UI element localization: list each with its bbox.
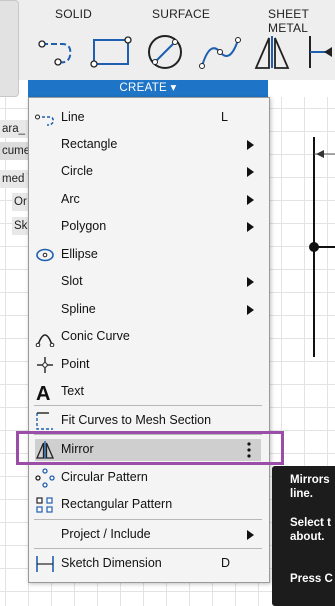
tab-surface[interactable]: SURFACE [152, 7, 210, 21]
menu-item-arc[interactable]: Arc [29, 186, 269, 213]
text-icon: A [36, 383, 50, 402]
conic-curve-icon [35, 334, 55, 347]
menu-item-label: Arc [61, 192, 80, 206]
menu-item-label: Rectangular Pattern [61, 497, 173, 511]
line-icon [35, 114, 54, 126]
menu-item-label: Sketch Dimension [61, 556, 162, 570]
mirror-highlight-frame [16, 431, 284, 465]
toolbar: SOLID SURFACE SHEET METAL [0, 0, 335, 97]
menu-item-text[interactable]: A Text [29, 378, 269, 405]
browser-row[interactable]: Or [12, 193, 29, 211]
fit-curves-icon [36, 412, 53, 430]
menu-item-rectangle[interactable]: Rectangle [29, 131, 269, 158]
shortcut-key: D [221, 556, 231, 570]
ellipse-icon [36, 248, 54, 262]
menu-item-label: Rectangle [61, 137, 118, 151]
menu-item-project-include[interactable]: Project / Include [29, 521, 269, 548]
menu-item-label: Point [61, 357, 90, 371]
sketch-dimension-icon [36, 556, 54, 572]
mirror-tool-icon[interactable] [252, 34, 292, 70]
tooltip-text: Select t [290, 517, 331, 529]
tooltip-text: Mirrors [290, 474, 330, 486]
menu-item-circular-pattern[interactable]: Circular Pattern [29, 464, 269, 491]
menu-item-sketch-dimension[interactable]: Sketch Dimension D [29, 550, 269, 577]
tab-sheet-metal[interactable]: SHEET METAL [268, 7, 335, 35]
menu-item-spline[interactable]: Spline [29, 296, 269, 323]
browser-row[interactable]: med V [0, 170, 29, 188]
menu-item-label: Project / Include [61, 527, 151, 541]
browser-row[interactable]: ara_ [0, 120, 29, 138]
menu-item-label: Slot [61, 274, 83, 288]
tab-solid[interactable]: SOLID [55, 7, 92, 21]
menu-item-label: Polygon [61, 219, 107, 233]
menu-item-label: Spline [61, 302, 96, 316]
menu-item-label: Fit Curves to Mesh Section [61, 413, 212, 427]
create-dropdown-menu: Line L Rectangle Circle Arc Polygon Elli… [28, 97, 270, 583]
menu-divider [34, 548, 262, 549]
tooltip-text: about. [290, 531, 325, 543]
menu-item-circle[interactable]: Circle [29, 158, 269, 185]
menu-item-fit-curves[interactable]: Fit Curves to Mesh Section [29, 407, 269, 434]
menu-item-label: Conic Curve [61, 329, 130, 343]
menu-item-point[interactable]: Point [29, 351, 269, 378]
submenu-arrow-icon [247, 195, 254, 205]
toolbar-left-panel [0, 0, 19, 97]
menu-item-ellipse[interactable]: Ellipse [29, 241, 269, 268]
tooltip-text: Press C [290, 573, 333, 585]
constraint-tool-icon[interactable] [306, 34, 335, 70]
menu-item-label: Text [61, 384, 84, 398]
rectangle-tool-icon[interactable] [88, 34, 134, 70]
svg-text:A: A [36, 383, 50, 402]
menu-item-line[interactable]: Line L [29, 104, 269, 131]
browser-row[interactable]: Sk [12, 217, 29, 235]
menu-item-polygon[interactable]: Polygon [29, 213, 269, 240]
create-menu-button[interactable]: CREATE ▾ [28, 80, 268, 97]
submenu-arrow-icon [247, 277, 254, 287]
submenu-arrow-icon [247, 167, 254, 177]
menu-item-label: Line [61, 110, 85, 124]
tooltip-text: line. [290, 488, 314, 500]
point-icon [37, 357, 53, 373]
menu-item-slot[interactable]: Slot [29, 268, 269, 295]
submenu-arrow-icon [247, 530, 254, 540]
browser-row[interactable]: cume [0, 142, 29, 160]
menu-item-rectangular-pattern[interactable]: Rectangular Pattern [29, 491, 269, 518]
mirror-tooltip: Mirrors line. Select t about. Press C [272, 466, 335, 606]
menu-divider [34, 519, 262, 520]
menu-item-label: Circle [61, 164, 93, 178]
submenu-arrow-icon [247, 222, 254, 232]
submenu-arrow-icon [247, 140, 254, 150]
circle-tool-icon[interactable] [143, 34, 187, 70]
menu-item-label: Ellipse [61, 247, 98, 261]
submenu-arrow-icon [247, 305, 254, 315]
menu-divider [34, 405, 262, 406]
menu-item-conic-curve[interactable]: Conic Curve [29, 323, 269, 350]
spline-tool-icon[interactable] [198, 34, 244, 70]
rectangular-pattern-icon [36, 497, 53, 513]
line-tool-icon[interactable] [36, 34, 80, 70]
shortcut-key: L [221, 110, 228, 124]
menu-item-label: Circular Pattern [61, 470, 148, 484]
circular-pattern-icon [35, 468, 55, 488]
